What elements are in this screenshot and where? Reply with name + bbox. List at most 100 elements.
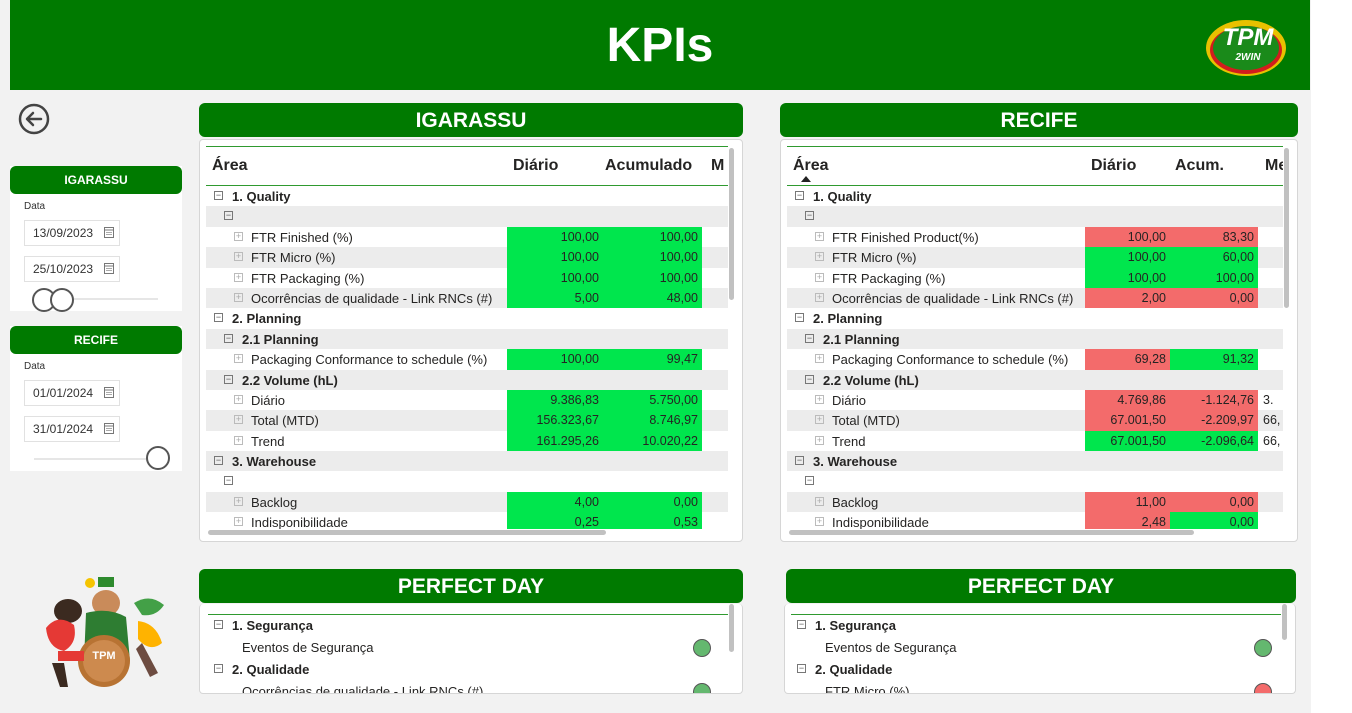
collapse-icon[interactable]: −	[795, 313, 804, 323]
table-row[interactable]: + Trend 67.001,50 -2.096,64 66,	[787, 430, 1283, 452]
table-row[interactable]: + FTR Finished Product(%) 100,00 83,30	[787, 226, 1283, 248]
vertical-scrollbar[interactable]	[1284, 148, 1289, 308]
expand-icon[interactable]: +	[234, 435, 243, 445]
column-area[interactable]: Área	[793, 157, 829, 175]
perfect-day-item[interactable]: Ocorrências de qualidade - Link RNCs (#)	[208, 681, 728, 693]
expand-icon[interactable]: +	[815, 272, 824, 282]
collapse-icon[interactable]: −	[797, 664, 806, 673]
table-row[interactable]: + Packaging Conformance to schedule (%) 69…	[787, 349, 1283, 370]
table-row[interactable]: + Total (MTD) 156.323,67 8.746,97	[206, 410, 728, 431]
collapse-icon[interactable]: −	[795, 456, 804, 466]
table-row[interactable]: + Diário 9.386,83 5.750,00	[206, 389, 728, 411]
collapse-icon[interactable]: −	[214, 664, 223, 673]
back-arrow-icon[interactable]	[18, 103, 50, 135]
calendar-icon[interactable]	[104, 226, 114, 238]
expand-icon[interactable]: +	[234, 415, 243, 425]
table-row[interactable]: + Indisponibilidade 2,48 0,00	[787, 512, 1283, 529]
table-row[interactable]: −	[206, 206, 728, 227]
perfect-day-category[interactable]: −1. Segurança	[208, 615, 728, 637]
table-row[interactable]: + FTR Micro (%) 100,00 100,00	[206, 247, 728, 268]
collapse-icon[interactable]: −	[805, 374, 814, 384]
table-row[interactable]: + Ocorrências de qualidade - Link RNCs (#…	[206, 287, 728, 309]
table-row[interactable]: + Indisponibilidade 0,25 0,53	[206, 512, 728, 529]
collapse-icon[interactable]: −	[224, 333, 233, 343]
slider-end-handle[interactable]	[50, 288, 74, 312]
table-row[interactable]: + FTR Finished (%) 100,00 100,00	[206, 226, 728, 248]
sort-ascending-icon[interactable]	[801, 176, 811, 182]
collapse-icon[interactable]: −	[805, 211, 814, 221]
column-daily[interactable]: Diário	[513, 157, 558, 175]
expand-icon[interactable]: +	[815, 394, 824, 404]
table-row[interactable]: + Backlog 11,00 0,00	[787, 491, 1283, 513]
collapse-icon[interactable]: −	[795, 191, 804, 200]
table-row[interactable]: −2.2 Volume (hL)	[206, 369, 728, 390]
perfect-day-item[interactable]: Eventos de Segurança	[791, 637, 1281, 659]
collapse-icon[interactable]: −	[214, 456, 223, 466]
expand-icon[interactable]: +	[234, 496, 243, 506]
collapse-icon[interactable]: −	[224, 211, 233, 221]
start-date-input[interactable]: 01/01/2024	[24, 380, 120, 406]
calendar-icon[interactable]	[104, 262, 114, 274]
table-row[interactable]: −1. Quality	[206, 186, 728, 206]
collapse-icon[interactable]: −	[797, 620, 806, 629]
column-area[interactable]: Área	[212, 157, 248, 175]
expand-icon[interactable]: +	[234, 252, 243, 262]
table-row[interactable]: −3. Warehouse	[206, 451, 728, 472]
table-row[interactable]: + Ocorrências de qualidade - Link RNCs (#…	[787, 287, 1283, 309]
perfect-day-category[interactable]: −1. Segurança	[791, 615, 1281, 637]
expand-icon[interactable]: +	[815, 354, 824, 364]
table-row[interactable]: + Trend 161.295,26 10.020,22	[206, 430, 728, 452]
collapse-icon[interactable]: −	[224, 476, 233, 486]
expand-icon[interactable]: +	[815, 231, 824, 241]
perfect-day-item[interactable]: Eventos de Segurança	[208, 637, 728, 659]
calendar-icon[interactable]	[104, 386, 114, 398]
table-row[interactable]: −1. Quality	[787, 186, 1283, 206]
expand-icon[interactable]: +	[234, 272, 243, 282]
table-row[interactable]: −2. Planning	[787, 308, 1283, 328]
slider-end-handle[interactable]	[146, 446, 170, 470]
expand-icon[interactable]: +	[234, 231, 243, 241]
vertical-scrollbar[interactable]	[729, 148, 734, 300]
horizontal-scrollbar[interactable]	[208, 530, 606, 535]
perfect-day-item[interactable]: FTR Micro (%)	[791, 681, 1281, 693]
table-row[interactable]: −	[787, 206, 1283, 227]
expand-icon[interactable]: +	[815, 292, 824, 302]
table-row[interactable]: + FTR Micro (%) 100,00 60,00	[787, 247, 1283, 268]
column-daily[interactable]: Diário	[1091, 157, 1136, 175]
calendar-icon[interactable]	[104, 422, 114, 434]
date-range-slider[interactable]	[34, 446, 170, 470]
expand-icon[interactable]: +	[234, 354, 243, 364]
column-accumulated[interactable]: Acum.	[1175, 157, 1224, 175]
expand-icon[interactable]: +	[234, 394, 243, 404]
table-row[interactable]: −3. Warehouse	[787, 451, 1283, 472]
collapse-icon[interactable]: −	[214, 620, 223, 629]
table-row[interactable]: + Diário 4.769,86 -1.124,76 3.	[787, 389, 1283, 411]
collapse-icon[interactable]: −	[214, 313, 223, 323]
column-accumulated[interactable]: Acumulado	[605, 157, 692, 175]
expand-icon[interactable]: +	[234, 517, 243, 527]
expand-icon[interactable]: +	[815, 415, 824, 425]
table-row[interactable]: + FTR Packaging (%) 100,00 100,00	[787, 267, 1283, 288]
expand-icon[interactable]: +	[815, 517, 824, 527]
table-row[interactable]: −2. Planning	[206, 308, 728, 328]
vertical-scrollbar[interactable]	[729, 604, 734, 652]
table-row[interactable]: −	[787, 471, 1283, 491]
expand-icon[interactable]: +	[815, 435, 824, 445]
collapse-icon[interactable]: −	[805, 333, 814, 343]
table-row[interactable]: + Packaging Conformance to schedule (%) 10…	[206, 349, 728, 370]
expand-icon[interactable]: +	[815, 252, 824, 262]
expand-icon[interactable]: +	[234, 292, 243, 302]
table-row[interactable]: −2.1 Planning	[787, 328, 1283, 350]
horizontal-scrollbar[interactable]	[789, 530, 1194, 535]
table-row[interactable]: −2.1 Planning	[206, 328, 728, 350]
start-date-input[interactable]: 13/09/2023	[24, 220, 120, 246]
perfect-day-category[interactable]: −2. Qualidade	[208, 659, 728, 681]
vertical-scrollbar[interactable]	[1282, 604, 1287, 640]
end-date-input[interactable]: 25/10/2023	[24, 256, 120, 282]
column-more[interactable]: M	[711, 157, 724, 175]
collapse-icon[interactable]: −	[224, 374, 233, 384]
table-row[interactable]: −	[206, 471, 728, 491]
date-range-slider[interactable]	[32, 288, 158, 312]
collapse-icon[interactable]: −	[805, 476, 814, 486]
column-more[interactable]: Me	[1265, 157, 1283, 175]
